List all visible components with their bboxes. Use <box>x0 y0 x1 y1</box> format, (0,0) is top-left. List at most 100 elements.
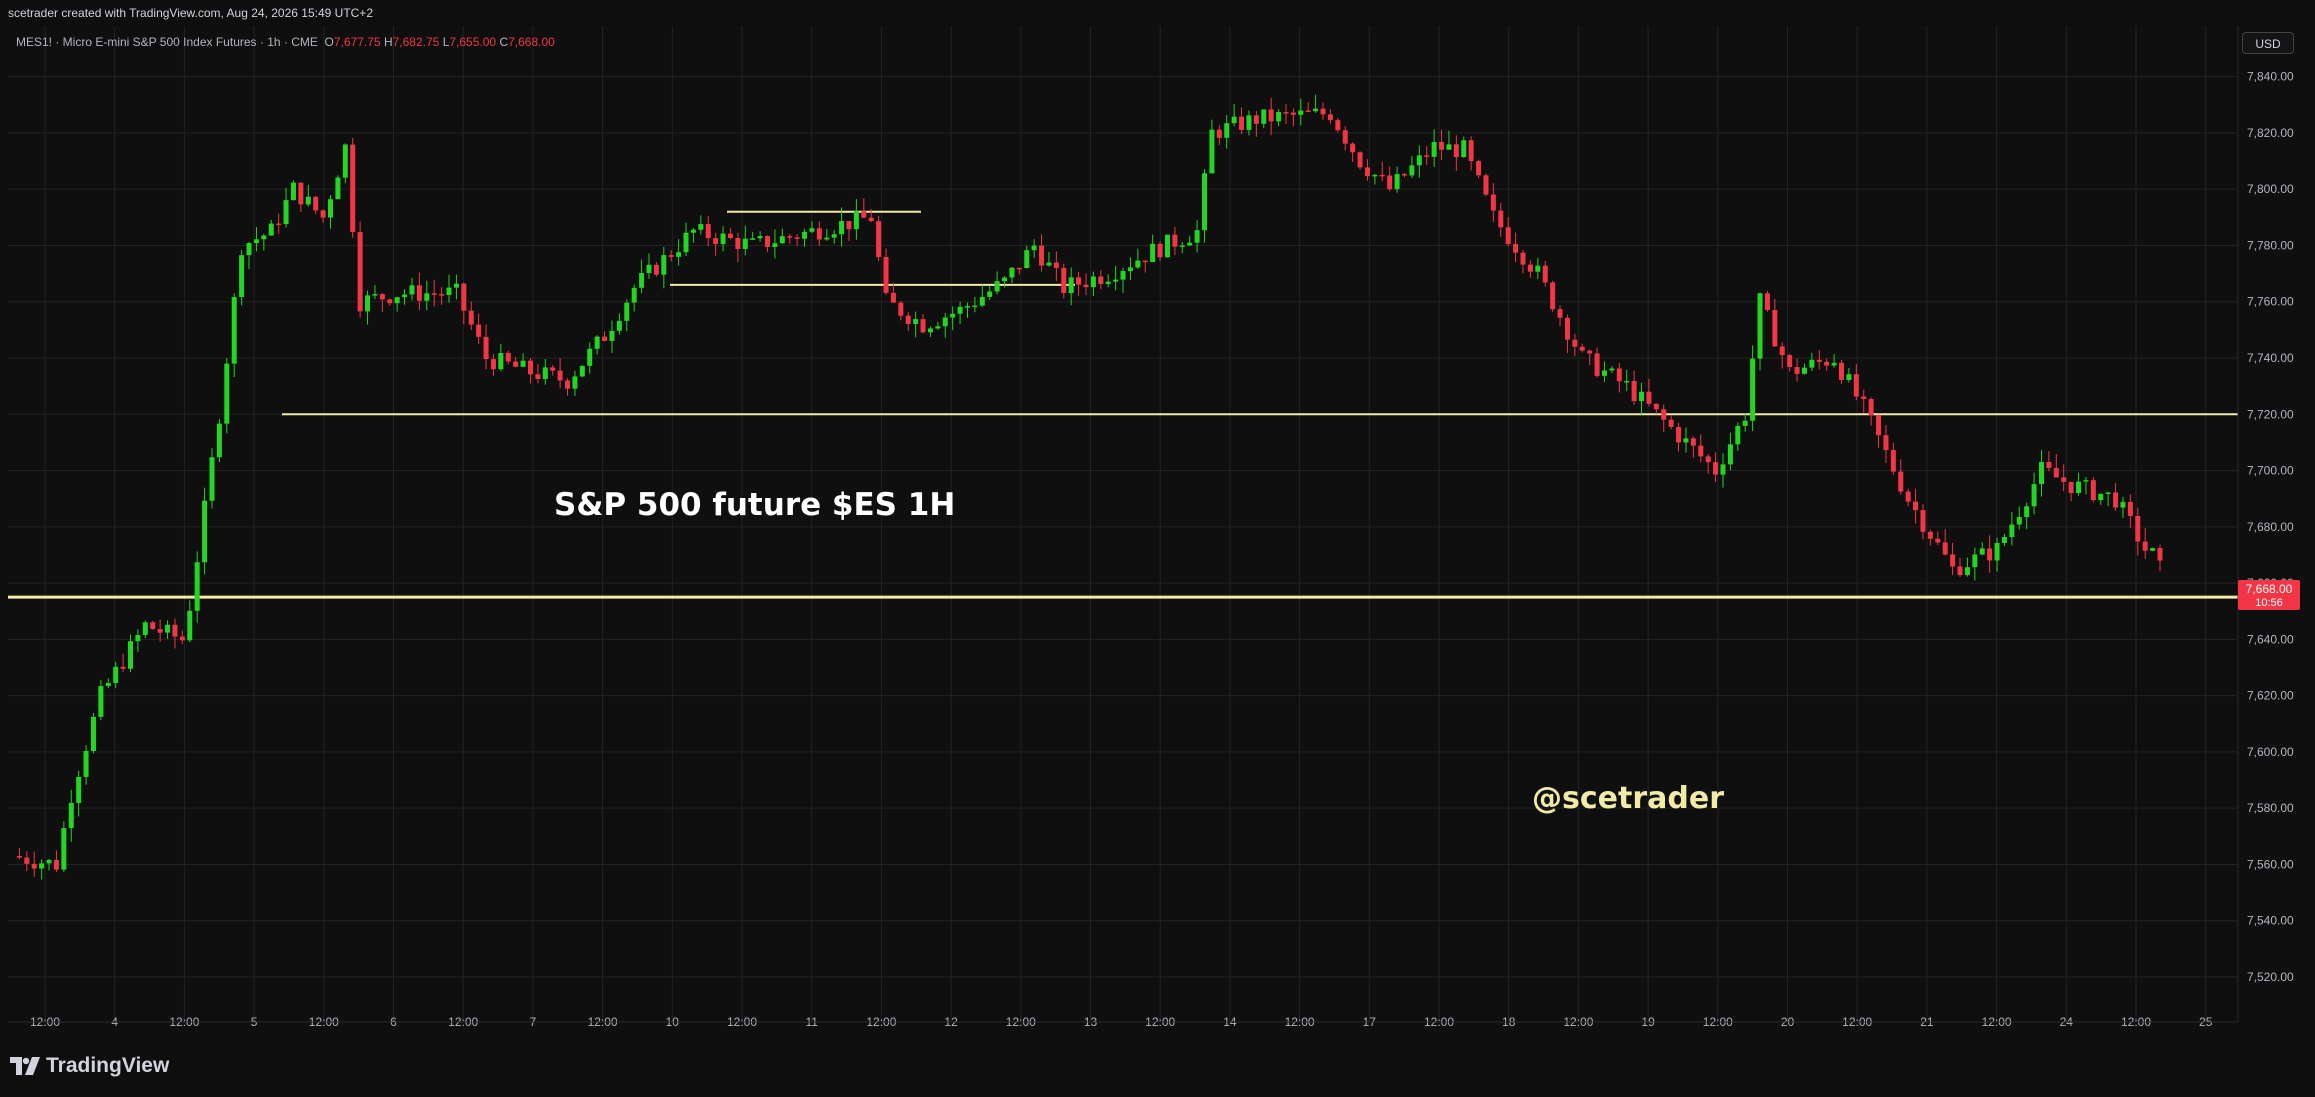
candle-body <box>1527 264 1533 272</box>
candle-body <box>1624 380 1630 383</box>
candle <box>1913 488 1919 524</box>
candle-body <box>128 641 134 669</box>
candle <box>579 365 585 378</box>
candle-body <box>631 287 637 303</box>
candle <box>1350 142 1356 162</box>
currency-button[interactable]: USD <box>2242 32 2294 54</box>
candle <box>1853 364 1859 401</box>
candle <box>890 282 896 303</box>
candle-body <box>1898 471 1904 492</box>
candle-body <box>1394 174 1400 190</box>
candle <box>1046 251 1052 267</box>
candle-body <box>1639 391 1645 402</box>
candle-body <box>2105 492 2111 494</box>
candle <box>335 175 341 200</box>
candle <box>350 137 356 238</box>
candle <box>1313 94 1319 113</box>
candle-body <box>1024 250 1030 269</box>
candle <box>905 312 911 331</box>
candle-body <box>1268 109 1274 122</box>
candle-body <box>1609 368 1615 371</box>
candle-body <box>1090 276 1096 288</box>
candle <box>298 182 304 213</box>
candle <box>1661 404 1667 432</box>
candle-body <box>1172 234 1178 247</box>
candle <box>1550 280 1556 312</box>
candle-body <box>2113 492 2119 508</box>
candle <box>957 301 963 325</box>
candle-body <box>365 295 371 312</box>
candle-body <box>402 294 408 298</box>
price-axis: 7,520.00 7,540.00 7,560.00 7,580.00 7,600.00… <box>2237 26 2294 1022</box>
candle-body <box>1224 123 1230 138</box>
candle <box>1320 102 1326 120</box>
candle-body <box>2024 506 2030 518</box>
tradingview-brand[interactable]: TradingView <box>10 1054 169 1078</box>
candle <box>224 358 230 434</box>
price-chart[interactable]: 7,520.00 7,540.00 7,560.00 7,580.00 7,600.00… <box>0 0 2315 1037</box>
candle-body <box>165 624 171 633</box>
candle-body <box>1431 142 1437 157</box>
candle-body <box>1342 130 1348 144</box>
candle <box>1757 292 1763 371</box>
candle-body <box>1505 227 1511 245</box>
candle-body <box>668 255 674 257</box>
y-tick-label: 7,640.00 <box>2247 632 2294 646</box>
candle-body <box>1002 277 1008 282</box>
candle-body <box>1439 142 1445 150</box>
candle <box>1468 136 1474 171</box>
y-tick-label: 7,740.00 <box>2247 351 2294 365</box>
candle <box>927 326 933 337</box>
candle-body <box>1476 161 1482 176</box>
candle-body <box>1461 140 1467 158</box>
candle <box>1927 529 1933 546</box>
candle-body <box>2083 480 2089 482</box>
candle <box>1342 126 1348 151</box>
time-axis: 12:00 4 12:00 5 12:00 6 12:00 7 12:00 10 12:00 11 12… <box>8 1015 2238 1029</box>
candle <box>1883 425 1889 464</box>
y-tick-label: 7,720.00 <box>2247 407 2294 421</box>
y-tick-label: 7,780.00 <box>2247 238 2294 252</box>
candle-body <box>1179 245 1185 247</box>
candle-body <box>1661 409 1667 420</box>
candle <box>942 313 948 338</box>
candle-body <box>283 200 289 225</box>
candle <box>1127 257 1133 280</box>
candle <box>1735 422 1741 451</box>
candle <box>1979 542 1985 556</box>
candles <box>16 94 2163 880</box>
candle <box>1416 145 1422 178</box>
candle <box>90 712 96 754</box>
candle <box>83 745 89 785</box>
candle <box>2053 454 2059 478</box>
candle <box>661 246 667 289</box>
watermark: @scetrader <box>1532 781 1724 816</box>
candle-body <box>824 237 830 240</box>
candle <box>172 618 178 649</box>
candle <box>1579 343 1585 353</box>
candle-body <box>1298 110 1304 115</box>
candle-body <box>290 182 296 201</box>
candle-body <box>179 636 185 641</box>
candle-body <box>802 231 808 239</box>
candle <box>794 233 800 247</box>
open-value: 7,677.75 <box>333 35 381 49</box>
candle-body <box>2142 541 2148 551</box>
candle <box>2024 502 2030 530</box>
candle <box>1039 234 1045 272</box>
candle-body <box>713 238 719 245</box>
candle-body <box>1868 399 1874 416</box>
candle-body <box>535 374 541 380</box>
y-tick-label: 7,520.00 <box>2247 970 2294 984</box>
candle <box>2090 477 2096 503</box>
candle <box>935 321 941 330</box>
candle-body <box>1409 165 1415 176</box>
candle <box>542 358 548 385</box>
candle-body <box>809 228 815 232</box>
candle-body <box>39 863 45 869</box>
candle-body <box>1261 109 1267 124</box>
candle <box>1520 249 1526 274</box>
candle <box>1964 557 1970 577</box>
candle <box>831 229 837 244</box>
candle-body <box>172 624 178 637</box>
